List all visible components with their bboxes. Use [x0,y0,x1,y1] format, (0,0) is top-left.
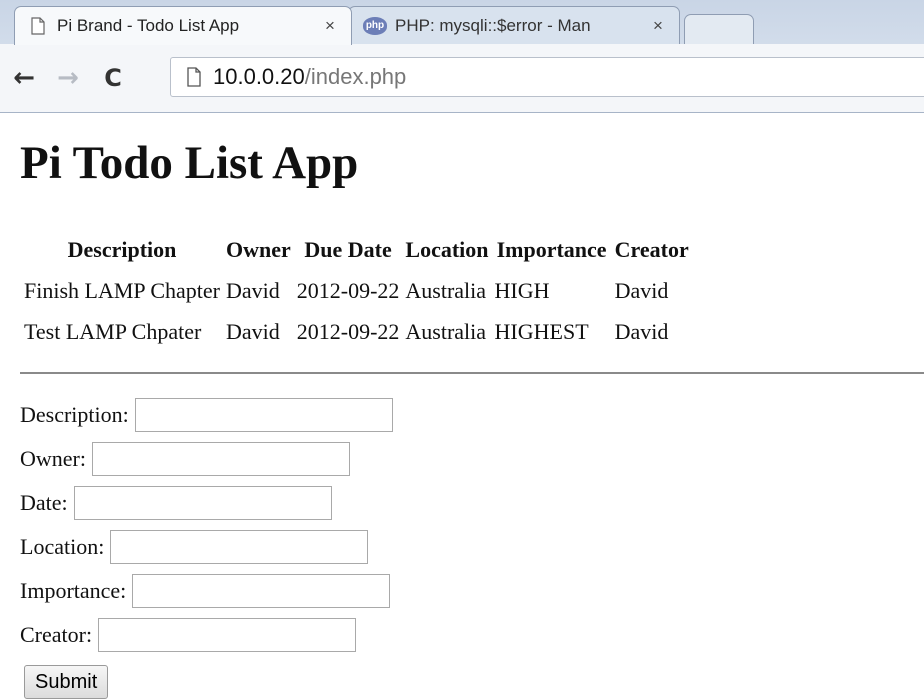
table-cell: Finish LAMP Chapter [24,277,220,303]
table-cell: David [225,318,280,344]
page-title: Pi Todo List App [20,137,359,189]
owner-label: Owner: [20,446,86,471]
date-label: Date: [20,490,68,515]
close-icon[interactable]: × [319,16,341,36]
table-cell: Test LAMP Chpater [24,318,202,344]
browser-chrome: Pi Brand - Todo List App × php PHP: mysq… [0,0,924,113]
form-row-date: Date: [20,486,332,520]
page-icon [29,17,47,35]
table-cell: Australia [405,318,487,344]
divider [20,372,924,374]
new-tab-button[interactable] [684,14,754,44]
table-cell: HIGH [494,277,550,303]
form-row-description: Description: [20,398,393,432]
forward-button[interactable]: → [52,62,84,94]
form-row-importance: Importance: [20,574,391,608]
column-header: Importance [496,236,607,262]
table-header-row: Description Owner Due Date Location Impo… [22,230,691,269]
address-bar[interactable]: 10.0.0.20/index.php [170,57,924,97]
creator-input[interactable] [98,618,357,652]
description-input[interactable] [134,398,393,432]
table-cell: Australia [405,277,487,303]
close-icon[interactable]: × [647,16,669,36]
column-header: Owner [225,236,291,262]
creator-label: Creator: [20,622,93,647]
table-cell: David [225,277,280,303]
column-header: Location [405,236,489,262]
todo-table: Description Owner Due Date Location Impo… [20,228,693,353]
location-input[interactable] [110,530,369,564]
column-header: Creator [614,236,689,262]
importance-label: Importance: [20,578,127,603]
back-button[interactable]: ← [8,62,40,94]
table-row: Finish LAMP Chapter David 2012-09-22 Aus… [22,271,691,310]
form-row-location: Location: [20,530,369,564]
owner-input[interactable] [91,442,350,476]
page-content: Pi Todo List App Description Owner Due D… [0,112,924,699]
php-icon: php [363,16,387,35]
column-header: Description [67,236,177,262]
reload-button[interactable]: C [97,62,129,94]
date-input[interactable] [73,486,332,520]
table-cell: HIGHEST [494,318,589,344]
tab-title: PHP: mysqli::$error - Man [395,15,591,35]
table-cell: 2012-09-22 [296,318,400,344]
form-row-creator: Creator: [20,618,357,652]
tab-strip: Pi Brand - Todo List App × php PHP: mysq… [0,0,924,45]
table-row: Test LAMP Chpater David 2012-09-22 Austr… [22,312,691,351]
browser-toolbar: ← → C 10.0.0.20/index.php [0,44,924,112]
table-cell: 2012-09-22 [296,277,400,303]
description-label: Description: [20,402,129,427]
importance-input[interactable] [132,574,391,608]
url-host: 10.0.0.20 [213,64,305,89]
table-cell: David [614,318,669,344]
url-path: /index.php [304,64,407,89]
submit-button[interactable]: Submit [24,665,109,699]
tab-todo-app[interactable]: Pi Brand - Todo List App × [14,6,352,45]
page-icon [183,67,205,87]
location-label: Location: [20,534,105,559]
tab-php-manual[interactable]: php PHP: mysqli::$error - Man × [348,6,680,44]
tab-title: Pi Brand - Todo List App [57,16,240,35]
column-header: Due Date [304,236,392,262]
table-cell: David [614,277,669,303]
form-row-owner: Owner: [20,442,350,476]
